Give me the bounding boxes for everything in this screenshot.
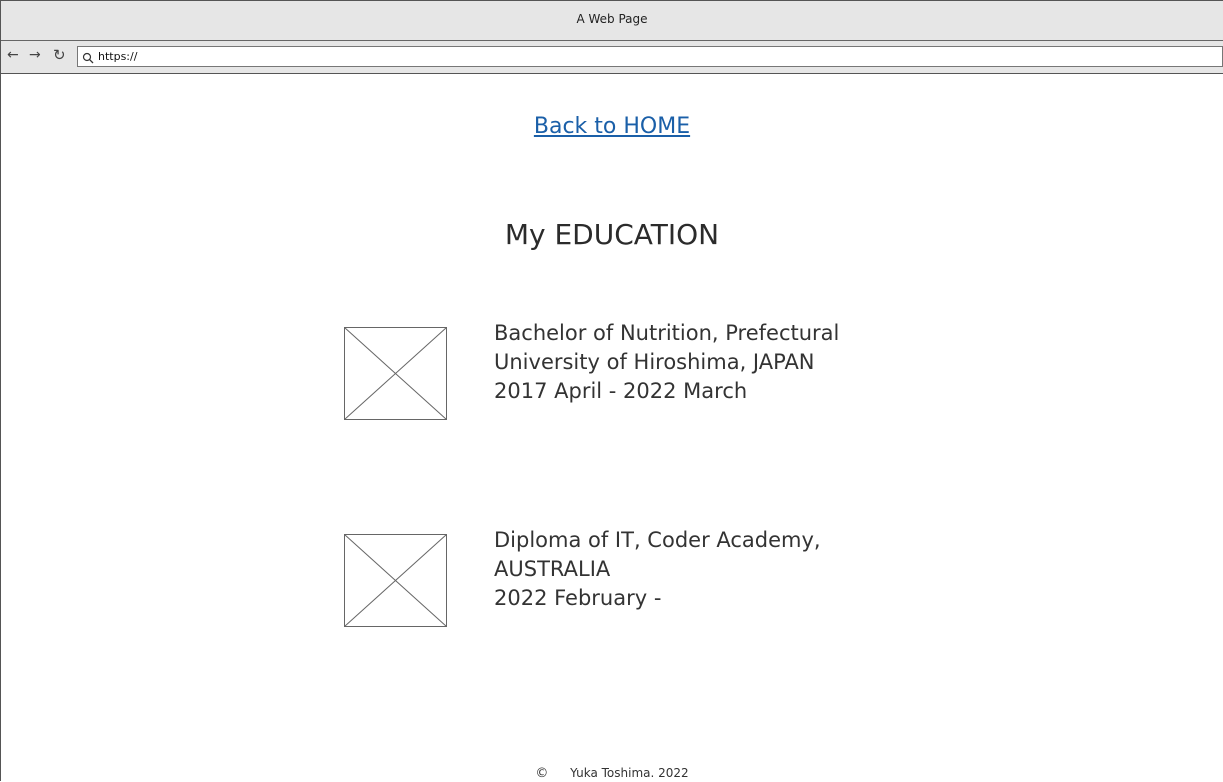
education-dates-line: 2022 February - <box>494 586 662 610</box>
browser-window: A Web Page ← → ↻ https:// Back to HOME M… <box>0 0 1223 781</box>
image-placeholder-icon <box>344 534 447 627</box>
browser-toolbar: ← → ↻ https:// <box>1 41 1223 74</box>
education-institution-line: AUSTRALIA <box>494 557 611 581</box>
education-degree-line: Diploma of IT, Coder Academy, <box>494 528 821 552</box>
education-institution-line: University of Hiroshima, JAPAN <box>494 350 815 374</box>
education-degree-line: Bachelor of Nutrition, Prefectural <box>494 321 840 345</box>
back-to-home-link[interactable]: Back to HOME <box>1 114 1223 139</box>
forward-arrow-icon[interactable]: → <box>29 45 41 65</box>
reload-icon[interactable]: ↻ <box>53 45 66 65</box>
title-bar: A Web Page <box>1 1 1223 41</box>
education-details: Bachelor of Nutrition, Prefectural Unive… <box>494 319 839 406</box>
page-title: My EDUCATION <box>504 218 720 251</box>
footer-text: Yuka Toshima. 2022 <box>570 766 689 780</box>
education-item: Diploma of IT, Coder Academy, AUSTRALIA … <box>344 528 964 634</box>
footer: © Yuka Toshima. 2022 <box>1 766 1223 781</box>
education-dates-line: 2017 April - 2022 March <box>494 379 748 403</box>
page-content: Back to HOME My EDUCATION Bachelor of Nu… <box>1 74 1223 782</box>
url-text: https:// <box>98 50 138 63</box>
education-details: Diploma of IT, Coder Academy, AUSTRALIA … <box>494 526 821 613</box>
window-title: A Web Page <box>576 12 648 26</box>
search-icon <box>82 51 94 63</box>
copyright-icon: © <box>535 766 549 781</box>
image-placeholder-icon <box>344 327 447 420</box>
address-bar[interactable]: https:// <box>77 46 1223 67</box>
back-arrow-icon[interactable]: ← <box>7 45 19 65</box>
education-item: Bachelor of Nutrition, Prefectural Unive… <box>344 321 964 427</box>
